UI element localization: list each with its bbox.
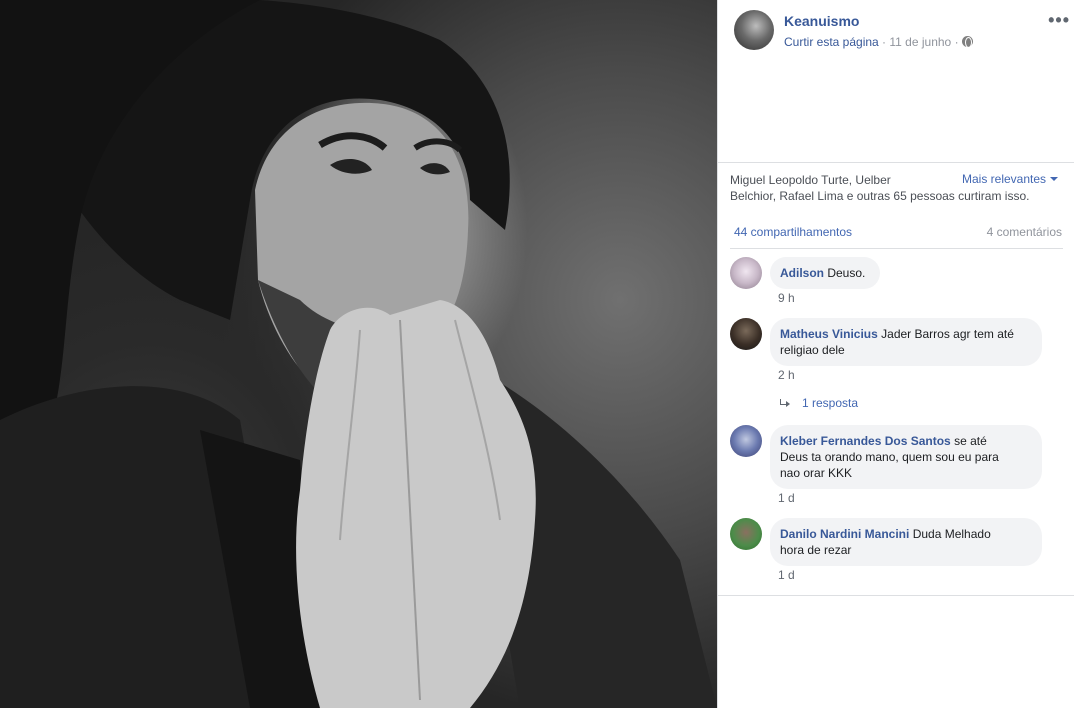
comment-text: Deus ta orando mano, quem sou eu para bbox=[780, 450, 999, 464]
meta-separator: · bbox=[878, 35, 890, 49]
comment-bubble: Adilson Deuso. bbox=[770, 257, 880, 289]
likers-text-line2[interactable]: Belchior, Rafael Lima e outras 65 pessoa… bbox=[730, 189, 1029, 203]
comment-count-link[interactable]: 4 comentários bbox=[987, 225, 1062, 239]
comment-time[interactable]: 1 d bbox=[778, 491, 795, 505]
comment-time[interactable]: 1 d bbox=[778, 568, 795, 582]
comment-text: Deuso. bbox=[827, 266, 866, 280]
comment-bubble: Kleber Fernandes Dos Santos se até Deus … bbox=[770, 425, 1042, 489]
replies-count: 1 resposta bbox=[802, 396, 859, 410]
photo-illustration bbox=[0, 0, 717, 708]
like-page-link[interactable]: Curtir esta página bbox=[784, 35, 879, 49]
commenter-avatar[interactable] bbox=[730, 318, 762, 350]
divider bbox=[730, 248, 1063, 249]
divider bbox=[718, 595, 1074, 596]
comment-time[interactable]: 2 h bbox=[778, 368, 795, 382]
post-sidebar: Keanuismo Curtir esta página · 11 de jun… bbox=[717, 0, 1074, 708]
comment-time[interactable]: 9 h bbox=[778, 291, 795, 305]
comment-sort-dropdown[interactable]: Mais relevantes bbox=[962, 172, 1059, 186]
comment-author[interactable]: Danilo Nardini Mancini bbox=[780, 527, 909, 541]
reply-arrow-icon bbox=[780, 399, 790, 407]
commenter-avatar[interactable] bbox=[730, 257, 762, 289]
shares-link[interactable]: 44 compartilhamentos bbox=[734, 225, 852, 239]
comment-text: hora de rezar bbox=[780, 543, 852, 557]
more-options-icon[interactable]: ••• bbox=[1048, 11, 1070, 29]
comment-author[interactable]: Matheus Vinicius bbox=[780, 327, 878, 341]
sort-label: Mais relevantes bbox=[962, 172, 1047, 186]
comment-bubble: Danilo Nardini Mancini Duda Melhado hora… bbox=[770, 518, 1042, 566]
caret-down-icon bbox=[1050, 177, 1059, 181]
post-date-link[interactable]: 11 de junho bbox=[889, 35, 951, 49]
page-avatar[interactable] bbox=[734, 10, 774, 50]
comment-text: se até bbox=[954, 434, 987, 448]
comment-text: nao orar KKK bbox=[780, 466, 853, 480]
post-header: Keanuismo Curtir esta página · 11 de jun… bbox=[734, 10, 1069, 52]
view-replies-link[interactable]: 1 resposta bbox=[780, 396, 858, 410]
commenter-avatar[interactable] bbox=[730, 425, 762, 457]
comment-bubble: Matheus Vinicius Jader Barros agr tem at… bbox=[770, 318, 1042, 366]
comment-author[interactable]: Kleber Fernandes Dos Santos bbox=[780, 434, 951, 448]
likers-text[interactable]: Miguel Leopoldo Turte, Uelber bbox=[730, 172, 955, 189]
comment-text: Duda Melhado bbox=[912, 527, 991, 541]
globe-icon[interactable] bbox=[961, 36, 973, 48]
divider bbox=[718, 162, 1074, 163]
comment-author[interactable]: Adilson bbox=[780, 266, 824, 280]
commenter-avatar[interactable] bbox=[730, 518, 762, 550]
comment-text: religiao dele bbox=[780, 343, 845, 357]
post-meta: Curtir esta página · 11 de junho · bbox=[784, 35, 973, 49]
page-name-link[interactable]: Keanuismo bbox=[784, 13, 859, 29]
post-photo[interactable] bbox=[0, 0, 717, 708]
meta-separator: · bbox=[951, 35, 962, 49]
comment-text: Jader Barros agr tem até bbox=[881, 327, 1014, 341]
